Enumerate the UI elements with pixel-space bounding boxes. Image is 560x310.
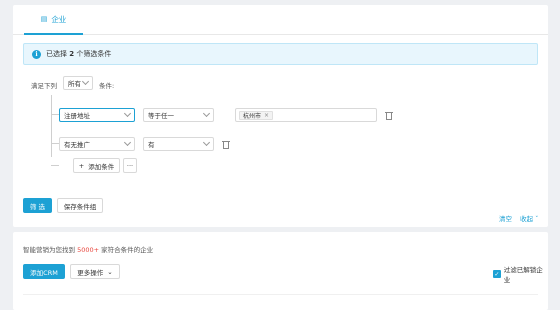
chevron-down-icon: [123, 109, 132, 118]
filter-unlocked-checkbox[interactable]: ✓ 过滤已解锁企业: [493, 264, 548, 284]
more-button[interactable]: ···: [123, 158, 137, 173]
filter-button[interactable]: 筛 选: [23, 198, 52, 213]
add-crm-button[interactable]: 添加CRM: [23, 264, 65, 279]
chevron-down-icon: [123, 138, 132, 147]
close-icon[interactable]: ×: [264, 112, 269, 119]
info-icon: i: [32, 49, 41, 59]
divider: [23, 294, 538, 295]
alert-text: 已选择 2 个筛选条件: [46, 50, 112, 58]
chevron-up-icon: ˇ: [535, 215, 539, 223]
condition-value-input[interactable]: 杭州市 ×: [235, 108, 377, 122]
tab-bar: ▤ 企业: [13, 5, 548, 35]
filter-panel: ▤ 企业 i 已选择 2 个筛选条件 满足下列 所有 条件: 注册地址 等于任一…: [13, 5, 548, 227]
match-label: 满足下列: [31, 82, 57, 90]
check-icon: ✓: [493, 270, 501, 278]
chevron-down-icon: [81, 77, 90, 86]
bracket-connector: [51, 114, 59, 115]
results-panel: 智能营销为您找到 5000+ 家符合条件的企业 添加CRM 更多操作 ⌄ ✓ 过滤…: [13, 232, 548, 310]
chevron-down-icon: [202, 109, 211, 118]
results-summary: 智能营销为您找到 5000+ 家符合条件的企业: [23, 246, 154, 254]
conditions-label: 条件:: [99, 82, 115, 90]
clear-link[interactable]: 清空: [499, 213, 512, 223]
value-tag: 杭州市 ×: [239, 111, 274, 120]
more-actions-dropdown[interactable]: 更多操作 ⌄: [70, 264, 120, 279]
results-count: 5000+: [77, 246, 100, 254]
save-condition-group-button[interactable]: 保存条件组: [57, 198, 103, 213]
chevron-down-icon: [202, 138, 211, 147]
collapse-link[interactable]: 收起 ˇ: [520, 213, 538, 223]
bracket-connector: [51, 143, 59, 144]
add-condition-button[interactable]: + 添加条件: [73, 158, 120, 173]
trash-icon[interactable]: [385, 111, 393, 120]
condition-operator-select[interactable]: 有: [143, 137, 214, 151]
bracket-connector: [51, 165, 59, 166]
condition-bracket: [51, 95, 52, 157]
building-icon: ▤: [40, 15, 48, 23]
selection-alert: i 已选择 2 个筛选条件: [23, 43, 538, 65]
condition-field-select[interactable]: 有无推广: [59, 137, 135, 151]
tab-company-label: 企业: [51, 14, 67, 24]
tab-company[interactable]: ▤ 企业: [24, 5, 83, 35]
condition-field-select[interactable]: 注册地址: [59, 108, 135, 122]
condition-operator-select[interactable]: 等于任一: [143, 108, 214, 122]
match-select[interactable]: 所有: [63, 76, 93, 90]
plus-icon: +: [78, 161, 85, 170]
trash-icon[interactable]: [222, 140, 230, 149]
chevron-down-icon: ⌄: [107, 267, 113, 276]
